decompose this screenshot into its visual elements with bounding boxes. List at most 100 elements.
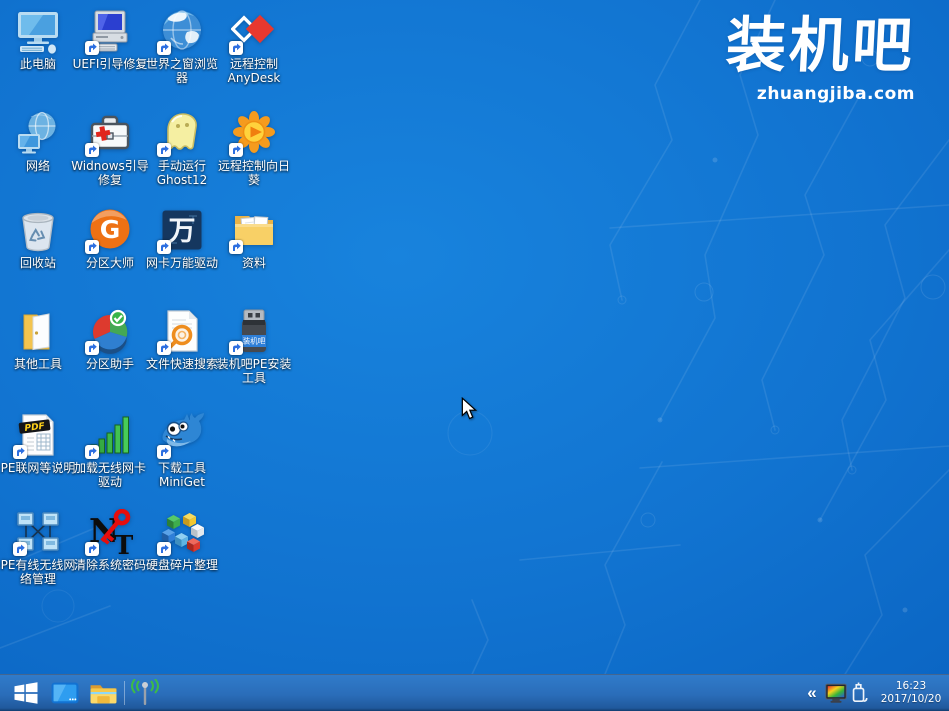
desktop-icon-label: 此电脑 (0, 57, 77, 71)
shortcut-arrow-icon (229, 341, 243, 355)
desktop-icon-wireless-nic-driver[interactable]: 加载无线网卡驱动 (74, 412, 146, 489)
desktop-icon-label: 网络 (0, 159, 77, 173)
usb-drive-icon (849, 681, 869, 705)
desktop-icon-file-quick-search[interactable]: 文件快速搜索 (146, 308, 218, 371)
desktop-icon-label: 下载工具MiniGet (143, 461, 221, 489)
shortcut-arrow-icon (157, 143, 171, 157)
desktop-icon-label: 其他工具 (0, 357, 77, 371)
taskbar-network-antenna-button[interactable] (129, 675, 161, 711)
shortcut-arrow-icon (85, 445, 99, 459)
shortcut-arrow-icon (229, 41, 243, 55)
antenna-signal-icon (130, 679, 160, 707)
svg-text:装机吧: 装机吧 (243, 336, 266, 346)
documents-icon (231, 207, 277, 253)
tray-expand-chevron[interactable]: « (803, 675, 821, 711)
anydesk-remote-icon (231, 8, 277, 54)
brand-logo-domain: zhuangjiba.com (726, 84, 915, 104)
desktop: 装机吧 zhuangjiba.com 此电脑UEFI引导修复世界之窗浏览器远程控… (0, 0, 949, 711)
this-pc-icon (15, 8, 61, 54)
shortcut-arrow-icon (85, 41, 99, 55)
desktop-icon-partition-assistant[interactable]: 分区助手 (74, 308, 146, 371)
shortcut-arrow-icon (157, 341, 171, 355)
shortcut-arrow-icon (13, 542, 27, 556)
pe-network-manager-icon (15, 509, 61, 555)
miniget-downloader-icon (159, 412, 205, 458)
shortcut-arrow-icon (229, 143, 243, 157)
desktop-icon-label: 清除系统密码 (71, 558, 149, 572)
desktop-icon-label: 世界之窗浏览器 (143, 57, 221, 85)
windows-boot-repair-icon (87, 110, 133, 156)
shortcut-arrow-icon (157, 542, 171, 556)
desktop-icon-other-tools[interactable]: 其他工具 (2, 308, 74, 371)
desktop-icon-disk-defrag[interactable]: 硬盘碎片整理 (146, 509, 218, 572)
desktop-icon-label: 加载无线网卡驱动 (71, 461, 149, 489)
desktop-icon-label: 硬盘碎片整理 (143, 558, 221, 572)
taskbar-file-explorer-button[interactable] (87, 675, 119, 711)
desktop-icon-label: 手动运行Ghost12 (143, 159, 221, 187)
mouse-cursor (461, 397, 477, 424)
shortcut-arrow-icon (13, 445, 27, 459)
desktop-icon-diskgenius[interactable]: G 分区大师 (74, 207, 146, 270)
display-settings-icon (824, 682, 848, 705)
folder-icon (89, 680, 118, 707)
desktop-icon-label: Widnows引导修复 (71, 159, 149, 187)
network-icon (15, 110, 61, 156)
brand-logo-title: 装机吧 (724, 10, 917, 82)
desktop-icon-windows-boot-repair[interactable]: Widnows引导修复 (74, 110, 146, 187)
wireless-nic-driver-icon (87, 412, 133, 458)
desktop-icon-label: 分区大师 (71, 256, 149, 270)
desktop-icon-this-pc[interactable]: 此电脑 (2, 8, 74, 71)
desktop-icon-sunflower-remote[interactable]: 远程控制向日葵 (218, 110, 290, 187)
svg-text:G: G (100, 215, 121, 244)
desktop-icon-theworld-browser[interactable]: 世界之窗浏览器 (146, 8, 218, 85)
start-button[interactable] (10, 675, 42, 711)
pe-network-readme-icon: PDF (15, 412, 61, 458)
shortcut-arrow-icon (157, 41, 171, 55)
desktop-icon-nic-universal-driver[interactable]: 万网卡万能驱动 (146, 207, 218, 270)
desktop-icon-documents[interactable]: 资料 (218, 207, 290, 270)
brand-logo: 装机吧 zhuangjiba.com (726, 10, 915, 104)
shortcut-arrow-icon (85, 240, 99, 254)
desktop-icon-label: 网卡万能驱动 (143, 256, 221, 270)
desktop-icon-network[interactable]: 网络 (2, 110, 74, 173)
svg-text:万: 万 (169, 216, 196, 247)
shortcut-arrow-icon (229, 240, 243, 254)
shortcut-arrow-icon (85, 542, 99, 556)
windows-logo-icon (13, 680, 39, 706)
tray-usb-eject-button[interactable] (849, 675, 869, 711)
file-quick-search-icon (159, 308, 205, 354)
zhuangjiba-pe-installer-icon: 装机吧 (231, 308, 277, 354)
desktop-icon-clear-system-password[interactable]: NT 清除系统密码 (74, 509, 146, 572)
shortcut-arrow-icon (85, 143, 99, 157)
clock-date: 2017/10/20 (881, 693, 942, 706)
desktop-icon-ghost12[interactable]: 手动运行Ghost12 (146, 110, 218, 187)
other-tools-icon (15, 308, 61, 354)
partition-assistant-icon (87, 308, 133, 354)
svg-text:T: T (114, 531, 133, 555)
desktop-icon-label: 远程控制AnyDesk (215, 57, 293, 85)
shortcut-arrow-icon (157, 240, 171, 254)
desktop-icon-zhuangjiba-pe-installer[interactable]: 装机吧装机吧PE安装工具 (218, 308, 290, 385)
diskgenius-icon: G (87, 207, 133, 253)
taskbar-clock[interactable]: 16:23 2017/10/20 (879, 675, 943, 711)
ghost12-icon (159, 110, 205, 156)
desktop-icon-label: 装机吧PE安装工具 (215, 357, 293, 385)
desktop-icon-label: PE联网等说明 (0, 461, 77, 475)
desktop-icon-pe-network-readme[interactable]: PDF PE联网等说明 (2, 412, 74, 475)
desktop-icon-miniget-downloader[interactable]: 下载工具MiniGet (146, 412, 218, 489)
taskbar-pe-display-button[interactable] (49, 675, 81, 711)
desktop-icon-anydesk-remote[interactable]: 远程控制AnyDesk (218, 8, 290, 85)
desktop-icon-pe-network-manager[interactable]: PE有线无线网络管理 (2, 509, 74, 586)
desktop-icon-label: 分区助手 (71, 357, 149, 371)
taskbar-separator (124, 681, 125, 705)
desktop-icon-label: 文件快速搜索 (143, 357, 221, 371)
desktop-icon-uefi-boot-repair[interactable]: UEFI引导修复 (74, 8, 146, 71)
clear-system-password-icon: NT (87, 509, 133, 555)
desktop-icon-recycle-bin[interactable]: 回收站 (2, 207, 74, 270)
taskbar: « (0, 674, 949, 711)
shortcut-arrow-icon (157, 445, 171, 459)
clock-time: 16:23 (896, 680, 926, 693)
shortcut-arrow-icon (85, 341, 99, 355)
desktop-icon-label: 资料 (215, 256, 293, 270)
tray-display-settings-button[interactable] (823, 675, 849, 711)
